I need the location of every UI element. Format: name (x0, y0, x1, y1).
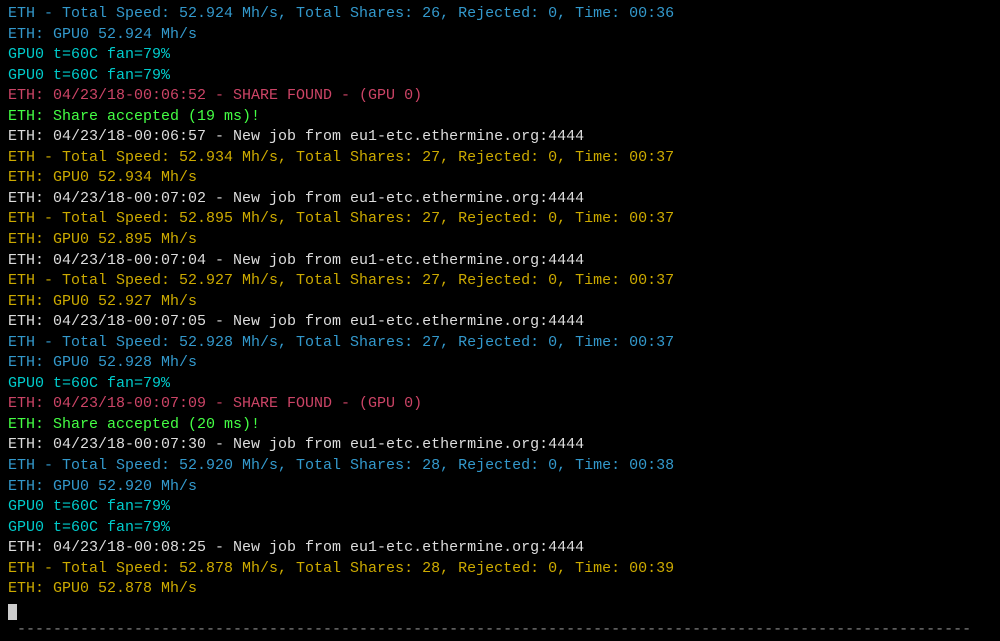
log-line: GPU0 t=60C fan=79% (8, 374, 992, 395)
log-line: ETH: Share accepted (20 ms)! (8, 415, 992, 436)
log-line: ETH: GPU0 52.878 Mh/s (8, 579, 992, 600)
log-line: ETH: GPU0 52.927 Mh/s (8, 292, 992, 313)
log-line: ETH - Total Speed: 52.920 Mh/s, Total Sh… (8, 456, 992, 477)
log-line: ETH: 04/23/18-00:08:25 - New job from eu… (8, 538, 992, 559)
terminal-output: ETH - Total Speed: 52.924 Mh/s, Total Sh… (8, 4, 992, 641)
log-line: ETH: GPU0 52.895 Mh/s (8, 230, 992, 251)
cursor-icon (8, 604, 17, 620)
log-line: ETH - Total Speed: 52.934 Mh/s, Total Sh… (8, 148, 992, 169)
log-line: ETH: 04/23/18-00:07:05 - New job from eu… (8, 312, 992, 333)
log-line: ETH: GPU0 52.934 Mh/s (8, 168, 992, 189)
log-line: ETH: GPU0 52.920 Mh/s (8, 477, 992, 498)
log-line: ETH - Total Speed: 52.928 Mh/s, Total Sh… (8, 333, 992, 354)
log-line: ETH - Total Speed: 52.878 Mh/s, Total Sh… (8, 559, 992, 580)
log-line: ETH: 04/23/18-00:07:30 - New job from eu… (8, 435, 992, 456)
log-line: ETH: Share accepted (19 ms)! (8, 107, 992, 128)
log-line: GPU0 t=60C fan=79% (8, 518, 992, 539)
log-line: ETH - Total Speed: 52.927 Mh/s, Total Sh… (8, 271, 992, 292)
log-line: ETH - Total Speed: 52.924 Mh/s, Total Sh… (8, 4, 992, 25)
log-line: ETH: GPU0 52.924 Mh/s (8, 25, 992, 46)
log-line: GPU0 t=60C fan=79% (8, 497, 992, 518)
log-line: ETH: 04/23/18-00:06:57 - New job from eu… (8, 127, 992, 148)
log-line: ETH: 04/23/18-00:07:09 - SHARE FOUND - (… (8, 394, 992, 415)
log-line: GPU0 t=60C fan=79% (8, 45, 992, 66)
log-line: ETH: 04/23/18-00:07:04 - New job from eu… (8, 251, 992, 272)
log-line: GPU0 t=60C fan=79% (8, 66, 992, 87)
log-line: ETH: 04/23/18-00:07:02 - New job from eu… (8, 189, 992, 210)
log-line: ETH: 04/23/18-00:06:52 - SHARE FOUND - (… (8, 86, 992, 107)
log-line: ETH - Total Speed: 52.895 Mh/s, Total Sh… (8, 209, 992, 230)
separator-line: ----------------------------------------… (8, 620, 992, 641)
cursor-line (8, 600, 992, 621)
log-line: ETH: GPU0 52.928 Mh/s (8, 353, 992, 374)
